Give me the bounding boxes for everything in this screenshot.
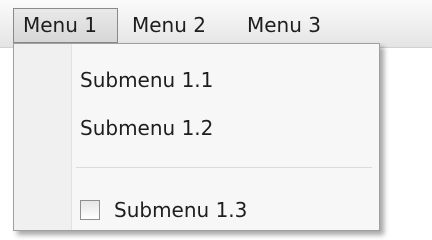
menu-3[interactable]: Menu 3 <box>239 8 329 43</box>
menu-2[interactable]: Menu 2 <box>124 8 214 43</box>
dropdown-icon-gutter <box>14 44 72 230</box>
menu-separator <box>76 167 372 168</box>
menu-1[interactable]: Menu 1 <box>13 8 118 43</box>
menu-bar: Menu 1 Menu 2 Menu 3 <box>0 0 432 48</box>
menu-1-dropdown: Submenu 1.1 Submenu 1.2 Submenu 1.3 <box>13 43 380 231</box>
submenu-1-3-checkbox[interactable] <box>80 200 100 220</box>
app-window: Menu 1 Menu 2 Menu 3 Submenu 1.1 Submenu… <box>0 0 432 240</box>
submenu-1-3-label: Submenu 1.3 <box>114 198 248 222</box>
submenu-1-3[interactable]: Submenu 1.3 <box>80 198 247 222</box>
submenu-1-2[interactable]: Submenu 1.2 <box>80 116 213 140</box>
submenu-1-1[interactable]: Submenu 1.1 <box>80 68 213 92</box>
